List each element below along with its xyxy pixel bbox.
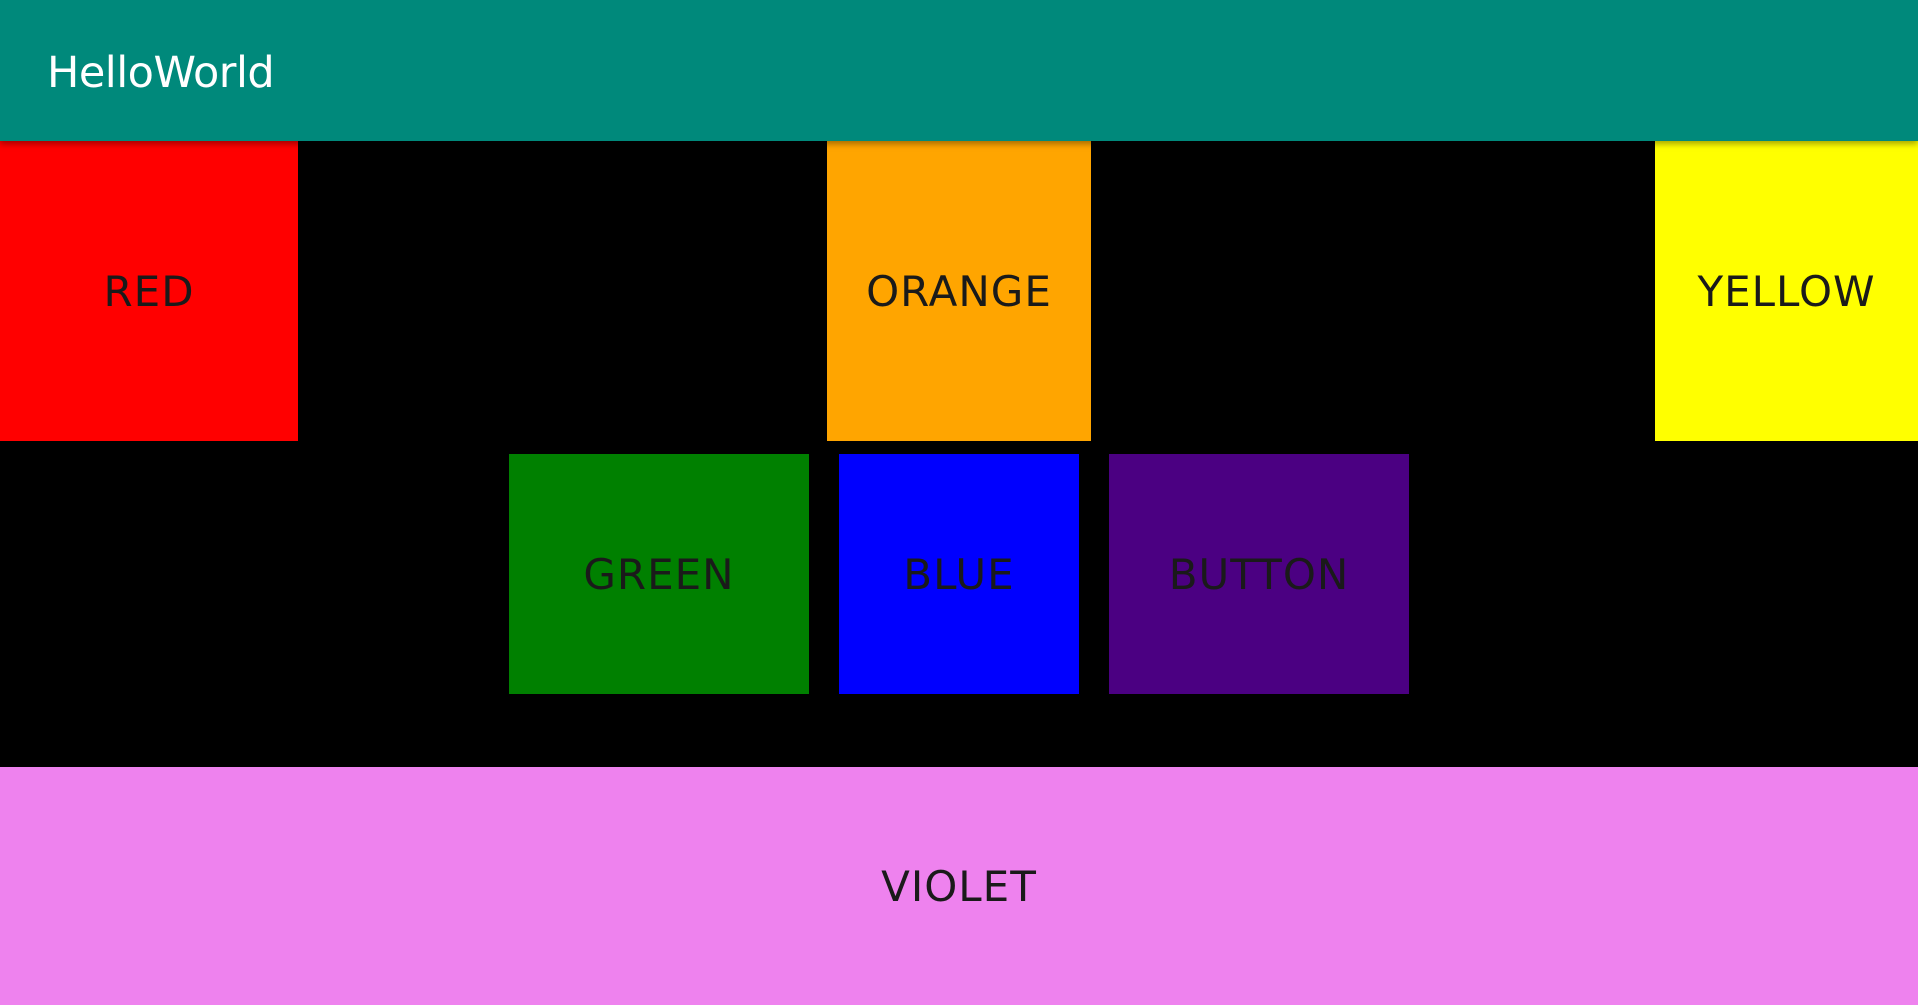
app-title: HelloWorld <box>47 48 275 98</box>
blue-button[interactable]: BLUE <box>839 454 1079 694</box>
yellow-button[interactable]: YELLOW <box>1655 141 1918 441</box>
violet-button[interactable]: VIOLET <box>0 767 1918 1005</box>
color-buttons-area: RED ORANGE YELLOW GREEN BLUE BUTTON VIOL… <box>0 141 1918 1005</box>
indigo-button-label: BUTTON <box>1168 549 1350 599</box>
yellow-button-label: YELLOW <box>1697 266 1876 316</box>
green-button[interactable]: GREEN <box>509 454 809 694</box>
orange-button[interactable]: ORANGE <box>827 141 1091 441</box>
violet-button-label: VIOLET <box>881 861 1037 911</box>
orange-button-label: ORANGE <box>866 266 1052 316</box>
app-window: HelloWorld RED ORANGE YELLOW GREEN BLUE … <box>0 0 1918 1005</box>
indigo-button[interactable]: BUTTON <box>1109 454 1409 694</box>
app-bar: HelloWorld <box>0 0 1918 141</box>
red-button-label: RED <box>103 266 195 316</box>
green-button-label: GREEN <box>583 549 735 599</box>
red-button[interactable]: RED <box>0 141 298 441</box>
blue-button-label: BLUE <box>903 549 1015 599</box>
